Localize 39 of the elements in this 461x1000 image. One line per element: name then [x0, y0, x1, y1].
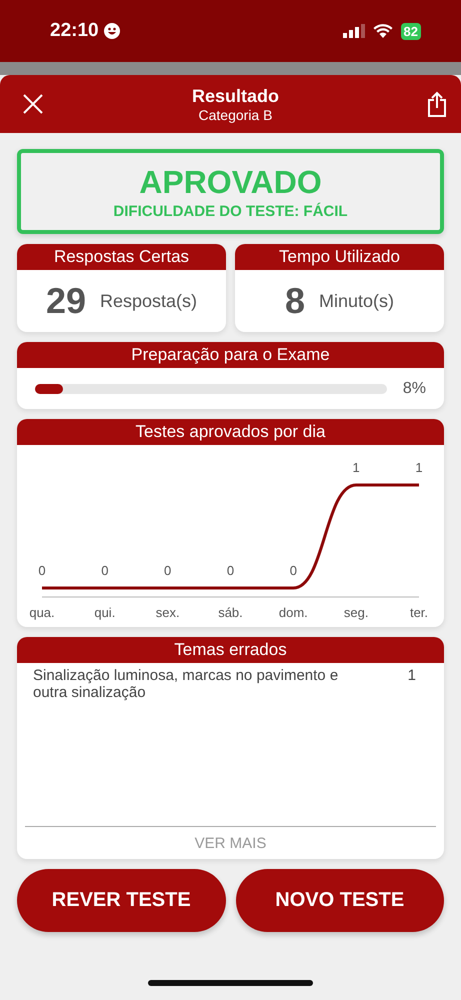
topic-text: Sinalização luminosa, marcas no pavimento e outra sinalização — [33, 667, 340, 701]
x-tick-label: dom. — [278, 605, 308, 620]
close-icon[interactable] — [22, 93, 44, 115]
share-icon[interactable] — [426, 91, 447, 117]
screen-title: Resultado — [192, 86, 279, 106]
data-label: 0 — [164, 563, 172, 578]
card-title: Tempo Utilizado — [235, 244, 444, 270]
card-title: Preparação para o Exame — [17, 342, 444, 368]
data-label: 1 — [352, 460, 360, 475]
x-tick-label: qua. — [29, 605, 55, 620]
action-button[interactable]: NOVO TESTE — [236, 869, 444, 932]
card-title: Temas errados — [17, 637, 444, 663]
data-label: 0 — [290, 563, 297, 578]
stat-unit: Resposta(s) — [100, 290, 198, 312]
clock: 22:10 — [50, 20, 99, 42]
difficulty-text: DIFICULDADE DO TESTE: FÁCIL — [113, 202, 348, 220]
wifi-icon — [372, 24, 393, 38]
data-label: 1 — [415, 460, 423, 475]
x-tick-label: sex. — [156, 605, 180, 620]
data-label: 0 — [226, 563, 234, 578]
x-tick-label: sáb. — [218, 605, 243, 620]
x-tick-label: seg. — [344, 605, 368, 620]
stat-value: 8 — [284, 280, 305, 322]
stat-value: 29 — [46, 280, 86, 322]
stat-unit: Minuto(s) — [319, 290, 394, 312]
x-tick-label: ter. — [410, 605, 428, 620]
card-title: Respostas Certas — [17, 244, 226, 270]
error-count: 1 — [408, 667, 416, 686]
smiley-icon — [104, 23, 120, 39]
data-label: 0 — [101, 563, 108, 578]
data-label: 0 — [38, 563, 46, 578]
progress-reading: 8% — [402, 380, 426, 398]
x-tick-label: qui. — [94, 605, 116, 620]
action-button[interactable]: REVER TESTE — [17, 869, 226, 932]
verdict-text: APROVADO — [139, 164, 322, 200]
signal-icon — [342, 24, 365, 38]
screen-subtitle: Categoria B — [198, 106, 272, 122]
battery-level: 82 — [400, 22, 421, 40]
card-title: Testes aprovados por dia — [17, 419, 444, 445]
